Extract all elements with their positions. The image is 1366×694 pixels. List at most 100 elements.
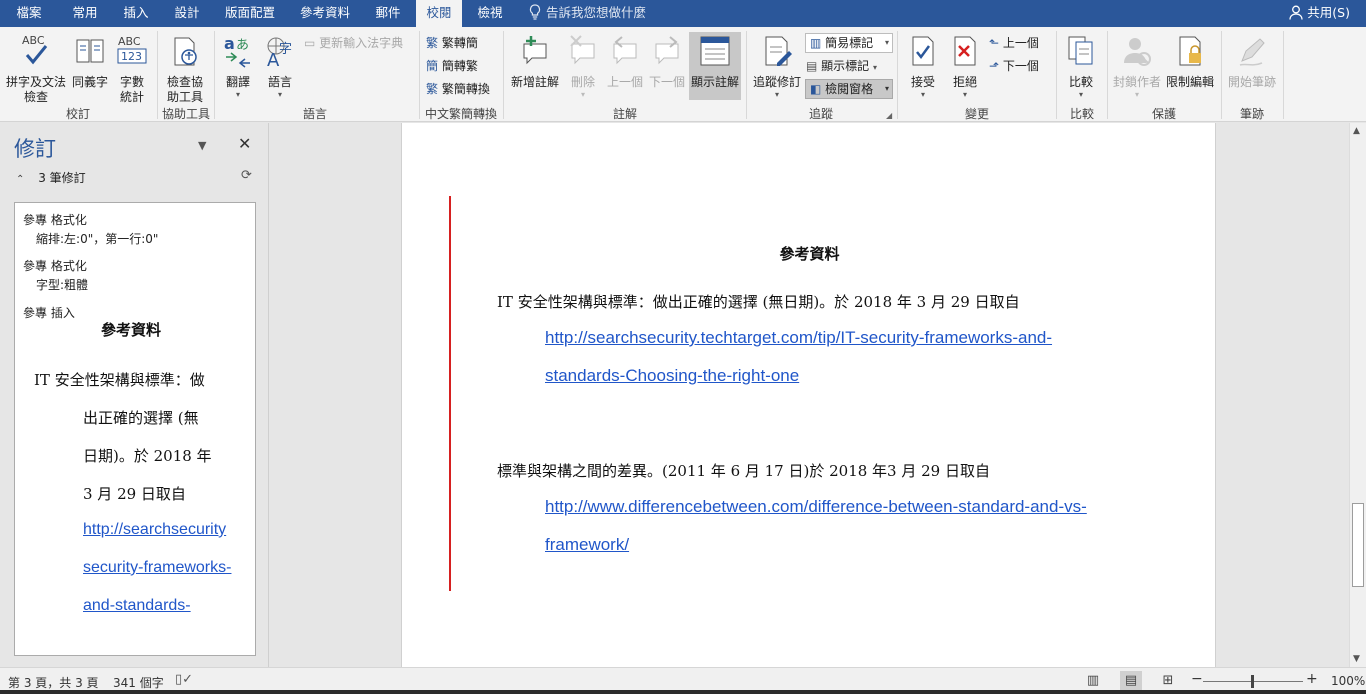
tab-home[interactable]: 常用 — [60, 0, 110, 27]
group-label-changes: 變更 — [964, 107, 989, 121]
web-layout-icon[interactable]: ⊞ — [1157, 671, 1179, 690]
document-page[interactable]: 參考資料 IT 安全性架構與標準：做出正確的選擇 (無日期)。於 2018 年 … — [401, 123, 1216, 667]
restrict-editing-label: 限制編輯 — [1165, 75, 1214, 89]
revision-item-header[interactable]: 參專 格式化 — [23, 257, 87, 274]
reference-link[interactable]: http://www.differencebetween.com/differe… — [545, 497, 1087, 517]
delete-comment-label: 刪除 — [570, 75, 595, 89]
proofing-status-icon[interactable]: ▯✓ — [175, 672, 193, 687]
inserted-link[interactable]: http://searchsecurity — [83, 521, 226, 539]
revisions-pane: 修訂 ▼ ✕ ⌃ 3 筆修訂 ⟳ 參專 格式化 縮排:左:0"，第一行:0" 參… — [0, 123, 269, 667]
reject-button[interactable]: 拒絕 ▾ — [946, 33, 984, 99]
language-button[interactable]: A字 語言 ▾ — [260, 33, 300, 99]
word-count-label: 字數 統計 — [119, 75, 144, 104]
conversion-button[interactable]: 繁 繁簡轉換 — [426, 79, 490, 99]
delete-comment-button[interactable]: 刪除 ▾ — [564, 33, 602, 99]
accept-label: 接受 — [910, 75, 935, 89]
markup-mode-select[interactable]: ▥ 簡易標記 ▾ — [805, 33, 893, 53]
tab-file[interactable]: 檔案 — [0, 0, 58, 27]
tell-me-box[interactable]: 告訴我您想做什麼 — [528, 0, 646, 27]
show-markup-button[interactable]: ▤ 顯示標記 ▾ — [806, 56, 877, 76]
scrollbar-thumb[interactable] — [1352, 503, 1364, 587]
zoom-level[interactable]: 100% — [1331, 674, 1365, 688]
spelling-grammar-button[interactable]: ABC 拼字及文法 檢查 — [4, 33, 68, 105]
pane-options-chevron-icon[interactable]: ▼ — [198, 139, 206, 152]
reference-link[interactable]: http://searchsecurity.techtarget.com/tip… — [545, 328, 1052, 348]
share-button[interactable]: 共用(S) — [1289, 0, 1350, 27]
document-area[interactable]: 參考資料 IT 安全性架構與標準：做出正確的選擇 (無日期)。於 2018 年 … — [270, 123, 1349, 667]
revision-list[interactable]: 參專 格式化 縮排:左:0"，第一行:0" 參專 格式化 字型:粗體 參專 插入… — [14, 202, 256, 656]
tab-review[interactable]: 校閱 — [416, 0, 462, 27]
reference-text: 標準與架構之間的差異。(2011 年 6 月 17 日)於 2018 年3 月 … — [497, 462, 990, 480]
translate-label: 翻譯 — [225, 75, 250, 89]
translate-button[interactable]: aあ 翻譯 ▾ — [218, 33, 258, 99]
word-count-icon: ABC 123 — [112, 33, 152, 73]
tab-design[interactable]: 設計 — [162, 0, 212, 27]
track-changes-label: 追蹤修訂 — [752, 75, 801, 89]
next-change-button[interactable]: ⬏ 下一個 — [989, 56, 1039, 76]
inserted-link[interactable]: security-frameworks- — [83, 559, 231, 577]
ribbon: ABC 拼字及文法 檢查 同義字 ABC 123 字數 統計 校訂 檢查協 助工具… — [0, 27, 1366, 122]
check-accessibility-label: 檢查協 助工具 — [166, 75, 203, 104]
revision-count[interactable]: ⌃ 3 筆修訂 — [16, 169, 86, 186]
pen-icon — [1226, 33, 1278, 73]
markup-mode-value: 簡易標記 — [825, 36, 874, 50]
restrict-editing-button[interactable]: 限制編輯 — [1164, 33, 1216, 90]
next-comment-button[interactable]: 下一個 — [647, 33, 687, 90]
close-icon[interactable]: ✕ — [238, 134, 251, 153]
reference-link[interactable]: framework/ — [545, 535, 629, 555]
next-comment-icon — [647, 33, 687, 73]
revisions-pane-title: 修訂 — [14, 137, 56, 161]
page-indicator[interactable]: 第 3 頁，共 3 頁 — [8, 674, 99, 691]
zoom-in-icon[interactable]: + — [1306, 671, 1318, 687]
new-comment-button[interactable]: 新增註解 — [508, 33, 562, 90]
check-accessibility-button[interactable]: 檢查協 助工具 — [162, 33, 208, 105]
trad-to-simp-button[interactable]: 繁 繁轉簡 — [426, 33, 478, 53]
inserted-link[interactable]: and-standards- — [83, 597, 191, 615]
tracking-dialog-launcher-icon[interactable]: ◢ — [886, 111, 892, 120]
reject-icon — [946, 33, 984, 73]
word-count-button[interactable]: ABC 123 字數 統計 — [112, 33, 152, 105]
lightbulb-icon — [528, 4, 546, 20]
share-label: 共用(S) — [1307, 5, 1350, 20]
print-layout-icon[interactable]: ▤ — [1120, 671, 1142, 690]
tab-insert[interactable]: 插入 — [111, 0, 161, 27]
chevron-down-icon: ▾ — [884, 38, 889, 47]
zoom-out-icon[interactable]: − — [1191, 671, 1203, 687]
thesaurus-button[interactable]: 同義字 — [70, 33, 110, 90]
accept-button[interactable]: 接受 ▾ — [904, 33, 942, 99]
previous-change-icon: ⬑ — [989, 36, 1000, 50]
group-label-chinese-conversion: 中文繁簡轉換 — [424, 107, 497, 121]
tab-layout[interactable]: 版面配置 — [214, 0, 286, 27]
scroll-down-arrow-icon[interactable]: ▼ — [1353, 654, 1360, 664]
person-icon — [1289, 5, 1307, 20]
simp-to-trad-button[interactable]: 簡 簡轉繁 — [426, 56, 478, 76]
markup-icon: ▥ — [810, 36, 822, 50]
chevron-down-icon: ▾ — [884, 84, 889, 93]
compare-button[interactable]: 比較 ▾ — [1062, 33, 1100, 99]
reviewing-pane-button[interactable]: ◧ 檢閱窗格 ▾ — [805, 79, 893, 99]
revision-item-header[interactable]: 參專 格式化 — [23, 211, 87, 228]
block-authors-button[interactable]: 封鎖作者 ▾ — [1111, 33, 1163, 99]
zoom-slider-thumb[interactable] — [1251, 675, 1254, 688]
refresh-icon[interactable]: ⟳ — [241, 168, 252, 183]
tab-mailings[interactable]: 郵件 — [363, 0, 413, 27]
chevron-down-icon: ▾ — [1078, 90, 1083, 99]
show-comments-button[interactable]: 顯示註解 — [689, 32, 741, 100]
read-mode-icon[interactable]: ▥ — [1082, 671, 1104, 690]
revision-item-header[interactable]: 參專 插入 — [23, 304, 75, 321]
update-ime-dictionary-button[interactable]: ▭ 更新輸入法字典 — [304, 33, 403, 53]
update-ime-label: 更新輸入法字典 — [319, 36, 404, 50]
compare-icon — [1062, 33, 1100, 73]
word-count-indicator[interactable]: 341 個字 — [113, 674, 164, 691]
start-inking-button[interactable]: 開始筆跡 — [1226, 33, 1278, 90]
reference-link[interactable]: standards-Choosing-the-right-one — [545, 366, 799, 386]
delete-comment-icon — [564, 33, 602, 73]
previous-change-button[interactable]: ⬑ 上一個 — [989, 33, 1039, 53]
scroll-up-arrow-icon[interactable]: ▲ — [1353, 126, 1360, 136]
vertical-scrollbar[interactable]: ▲ ▼ — [1349, 123, 1366, 667]
previous-comment-button[interactable]: 上一個 — [605, 33, 645, 90]
tab-references[interactable]: 參考資料 — [289, 0, 361, 27]
tab-view[interactable]: 檢視 — [466, 0, 514, 27]
track-changes-button[interactable]: 追蹤修訂 ▾ — [750, 33, 804, 99]
window-bottom-edge — [0, 690, 1366, 694]
